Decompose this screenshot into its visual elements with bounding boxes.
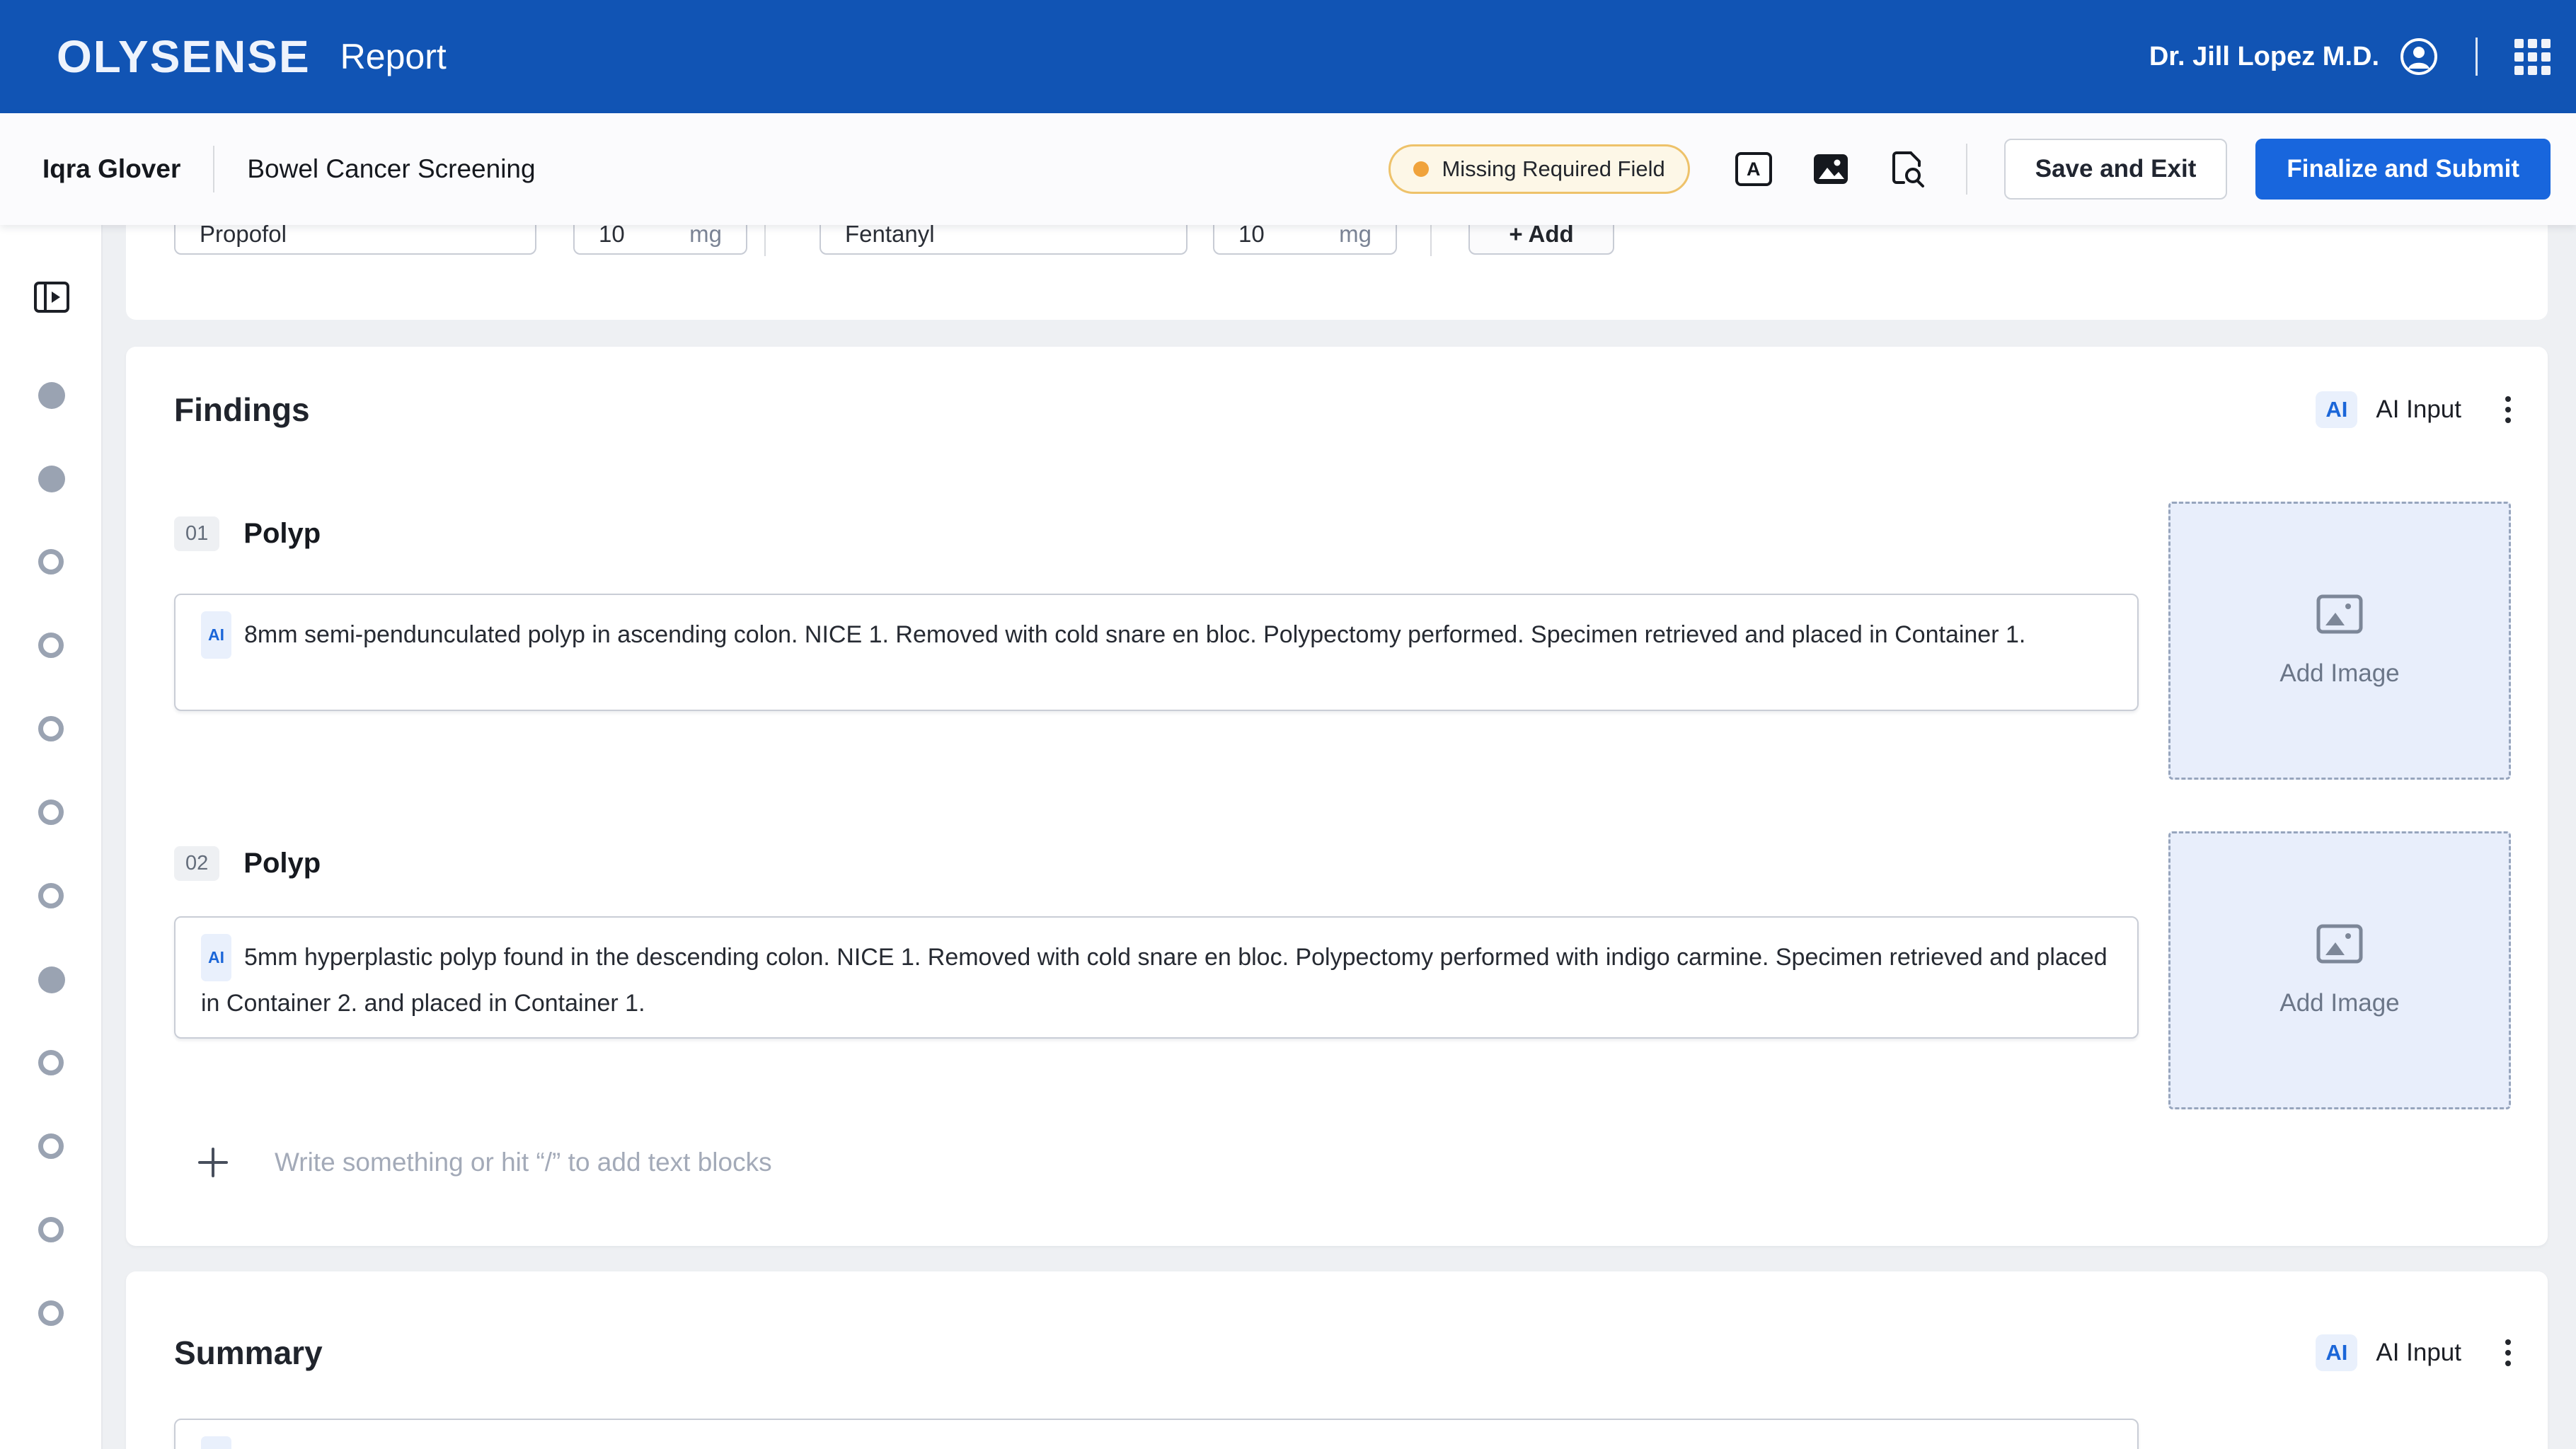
user-account-icon[interactable] xyxy=(2399,37,2439,76)
user-name: Dr. Jill Lopez M.D. xyxy=(2149,42,2379,72)
medication-name-input[interactable]: Propofol xyxy=(174,225,536,255)
report-title: Bowel Cancer Screening xyxy=(247,154,535,184)
section-nav-sidebar xyxy=(0,225,103,1449)
finding-item-header: 01 Polyp xyxy=(174,516,321,551)
finding-item-header: 02 Polyp xyxy=(174,846,321,881)
section-step-dot[interactable] xyxy=(38,883,64,908)
section-step-dot[interactable] xyxy=(38,1133,64,1159)
finding-text: 8mm semi-pendunculated polyp in ascendin… xyxy=(244,621,2025,648)
ai-badge: AI xyxy=(201,611,231,659)
toolbar-divider xyxy=(1966,144,1967,195)
medication-dose-input[interactable]: 10 mg xyxy=(1213,225,1397,255)
image-placeholder-icon xyxy=(2316,594,2363,634)
patient-name: Iqra Glover xyxy=(42,154,180,184)
ai-badge: AI xyxy=(201,934,231,981)
product-name: Report xyxy=(340,36,447,77)
missing-required-field-badge[interactable]: Missing Required Field xyxy=(1388,144,1689,194)
medication-dose-input[interactable]: 10 mg xyxy=(573,225,747,255)
app-header: OLYSENSE Report Dr. Jill Lopez M.D. xyxy=(0,0,2576,113)
findings-title: Findings xyxy=(174,391,310,429)
summary-section: Summary AI AI Input AI Two polyps found: … xyxy=(126,1271,2548,1449)
document-preview-icon[interactable] xyxy=(1890,150,1926,188)
finding-name: Polyp xyxy=(243,518,321,550)
medication-divider xyxy=(1430,225,1432,256)
plus-icon xyxy=(197,1146,229,1179)
section-step-dot[interactable] xyxy=(38,633,64,658)
section-step-dot[interactable] xyxy=(38,1050,64,1075)
apps-grid-icon[interactable] xyxy=(2514,39,2551,75)
finding-text-block[interactable]: AI5mm hyperplastic polyp found in the de… xyxy=(174,916,2139,1039)
finding-index-badge: 01 xyxy=(174,516,219,551)
add-text-block-row[interactable]: Write something or hit “/” to add text b… xyxy=(197,1146,772,1179)
add-text-placeholder: Write something or hit “/” to add text b… xyxy=(275,1148,772,1177)
dose-value: 10 xyxy=(599,225,625,253)
findings-menu-icon[interactable] xyxy=(2505,396,2511,423)
section-step-dot[interactable] xyxy=(38,716,64,741)
save-and-exit-button[interactable]: Save and Exit xyxy=(2004,139,2228,200)
add-medication-button[interactable]: + Add xyxy=(1468,225,1614,255)
add-image-dropzone[interactable]: Add Image xyxy=(2168,831,2511,1109)
section-step-dot[interactable] xyxy=(38,1217,64,1242)
section-step-dot[interactable] xyxy=(38,549,64,575)
add-image-dropzone[interactable]: Add Image xyxy=(2168,502,2511,780)
summary-text: Two polyps found: an 8mm semi-penduncula… xyxy=(244,1446,2139,1449)
findings-section: Findings AI AI Input 01 Polyp AI 8mm semi… xyxy=(126,347,2548,1246)
dose-unit: mg xyxy=(1339,225,1372,253)
text-block-tool-icon[interactable]: A xyxy=(1735,152,1772,186)
summary-menu-icon[interactable] xyxy=(2505,1339,2511,1366)
section-step-dot[interactable] xyxy=(38,466,65,492)
brand-logo: OLYSENSE xyxy=(57,30,311,83)
add-image-label: Add Image xyxy=(2279,989,2399,1017)
dose-unit: mg xyxy=(689,225,722,253)
add-image-label: Add Image xyxy=(2279,659,2399,688)
report-toolbar: Iqra Glover Bowel Cancer Screening Missi… xyxy=(0,113,2576,225)
subheader-divider xyxy=(213,146,214,192)
ai-badge: AI xyxy=(2316,1334,2357,1371)
image-placeholder-icon xyxy=(2316,924,2363,964)
medication-card-clipped: Propofol 10 mg Fentanyl 10 mg + Add xyxy=(126,225,2548,320)
finding-text-block[interactable]: AI 8mm semi-pendunculated polyp in ascend… xyxy=(174,594,2139,711)
section-step-dot[interactable] xyxy=(38,382,65,409)
section-step-dot[interactable] xyxy=(38,799,64,825)
ai-badge: AI xyxy=(201,1436,231,1449)
finding-text: 5mm hyperplastic polyp found in the desc… xyxy=(201,944,2108,1017)
warning-badge-label: Missing Required Field xyxy=(1442,156,1664,182)
warning-dot-icon xyxy=(1413,161,1429,177)
topbar-divider xyxy=(2476,37,2478,76)
image-tool-icon[interactable] xyxy=(1812,152,1850,186)
medication-divider xyxy=(764,225,766,256)
finding-name: Polyp xyxy=(243,848,321,879)
dose-value: 10 xyxy=(1238,225,1265,253)
ai-badge: AI xyxy=(2316,391,2357,428)
ai-input-label[interactable]: AI Input xyxy=(2376,1339,2461,1367)
summary-text-block[interactable]: AI Two polyps found: an 8mm semi-penduncu… xyxy=(174,1419,2139,1449)
section-step-dot[interactable] xyxy=(38,966,65,993)
report-canvas: Propofol 10 mg Fentanyl 10 mg + Add Find… xyxy=(0,225,2576,1449)
ai-input-label[interactable]: AI Input xyxy=(2376,396,2461,424)
medication-name-input[interactable]: Fentanyl xyxy=(820,225,1188,255)
sidebar-expand-icon[interactable] xyxy=(34,282,69,313)
section-step-dot[interactable] xyxy=(38,1300,64,1326)
finding-index-badge: 02 xyxy=(174,846,219,881)
summary-title: Summary xyxy=(174,1334,323,1372)
report-main-column: Propofol 10 mg Fentanyl 10 mg + Add Find… xyxy=(103,225,2576,1449)
finalize-and-submit-button[interactable]: Finalize and Submit xyxy=(2255,139,2551,200)
